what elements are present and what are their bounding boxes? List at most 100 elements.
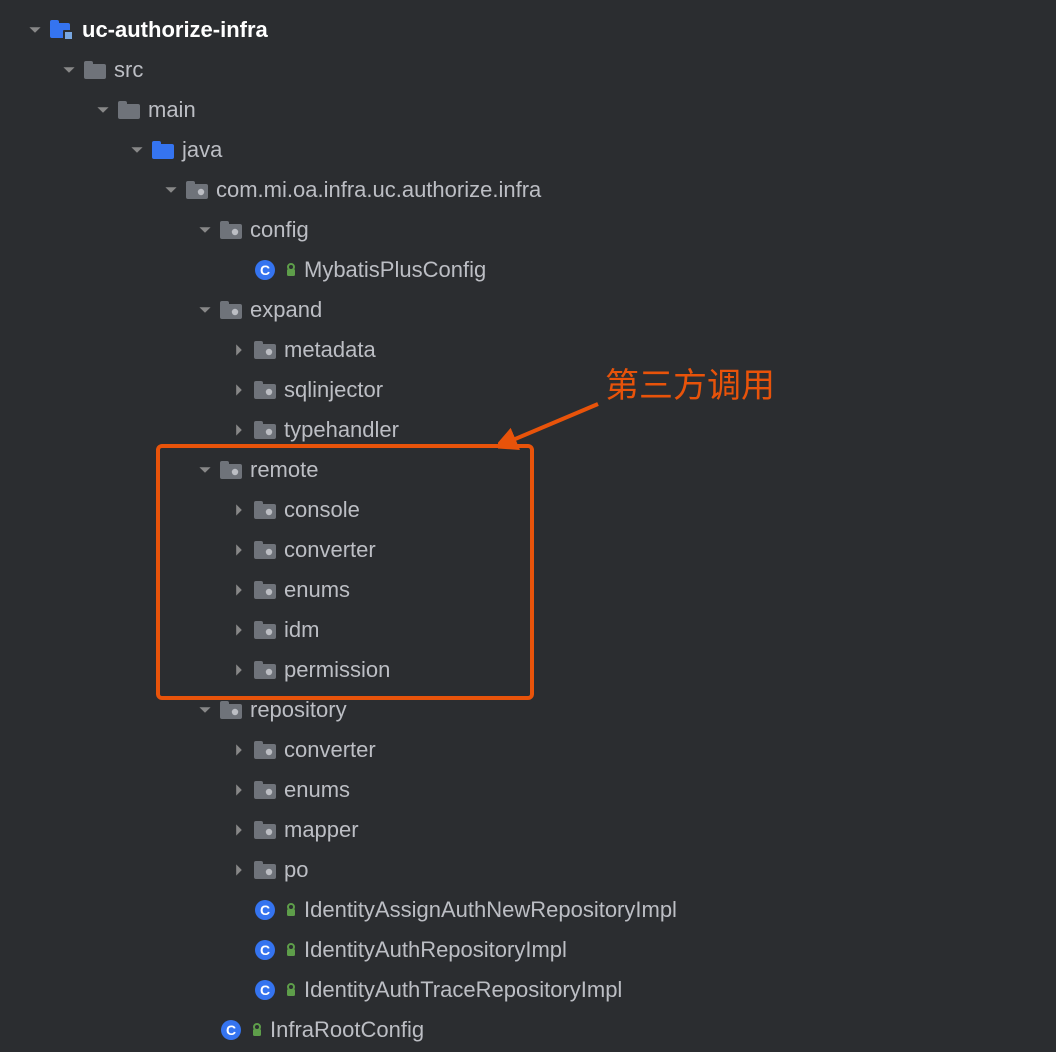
tree-item-label: idm — [284, 617, 319, 643]
package-icon — [220, 221, 242, 239]
class-icon: C — [254, 979, 276, 1001]
tree-item-expand[interactable]: expand — [0, 290, 1056, 330]
expand-arrow-right-icon[interactable] — [232, 543, 246, 557]
tree-item-label: converter — [284, 737, 376, 763]
tree-item-label: IdentityAuthTraceRepositoryImpl — [304, 977, 622, 1003]
tree-item-label: converter — [284, 537, 376, 563]
tree-item-enums[interactable]: enums — [0, 570, 1056, 610]
package-icon — [220, 461, 242, 479]
svg-text:C: C — [226, 1022, 236, 1038]
class-icon: C — [254, 899, 276, 921]
expand-arrow-down-icon[interactable] — [164, 183, 178, 197]
tree-item-label: java — [182, 137, 222, 163]
package-icon — [220, 301, 242, 319]
svg-text:C: C — [260, 902, 270, 918]
tree-item-permission[interactable]: permission — [0, 650, 1056, 690]
expand-arrow-right-icon[interactable] — [232, 663, 246, 677]
tree-item-typehandler[interactable]: typehandler — [0, 410, 1056, 450]
expand-arrow-down-icon[interactable] — [96, 103, 110, 117]
package-icon — [186, 181, 208, 199]
package-icon — [254, 381, 276, 399]
package-icon — [254, 821, 276, 839]
tree-item-enums[interactable]: enums — [0, 770, 1056, 810]
class-icon: C — [254, 259, 276, 281]
access-modifier-icon — [284, 897, 298, 923]
package-icon — [254, 621, 276, 639]
project-tree[interactable]: uc-authorize-infra srcmain java com.mi.oa.i… — [0, 0, 1056, 1050]
tree-item-com-mi-oa-infra-uc-authorize-infra[interactable]: com.mi.oa.infra.uc.authorize.infra — [0, 170, 1056, 210]
tree-item-label: IdentityAuthRepositoryImpl — [304, 937, 567, 963]
expand-arrow-down-icon[interactable] — [130, 143, 144, 157]
tree-item-po[interactable]: po — [0, 850, 1056, 890]
expand-arrow-right-icon[interactable] — [232, 783, 246, 797]
tree-item-label: typehandler — [284, 417, 399, 443]
expand-arrow-right-icon[interactable] — [232, 503, 246, 517]
tree-item-java[interactable]: java — [0, 130, 1056, 170]
expand-arrow-right-icon[interactable] — [232, 823, 246, 837]
expand-arrow-right-icon[interactable] — [232, 863, 246, 877]
tree-item-converter[interactable]: converter — [0, 530, 1056, 570]
svg-text:C: C — [260, 942, 270, 958]
tree-item-config[interactable]: config — [0, 210, 1056, 250]
expand-arrow-down-icon[interactable] — [28, 23, 42, 37]
access-modifier-icon — [250, 1017, 264, 1043]
tree-item-identityassignauthnewrepositoryimpl[interactable]: C IdentityAssignAuthNewRepositoryImpl — [0, 890, 1056, 930]
expand-arrow-right-icon[interactable] — [232, 743, 246, 757]
package-icon — [254, 661, 276, 679]
tree-item-metadata[interactable]: metadata — [0, 330, 1056, 370]
tree-item-label: repository — [250, 697, 347, 723]
expand-arrow-right-icon[interactable] — [232, 343, 246, 357]
tree-item-label: mapper — [284, 817, 359, 843]
tree-item-label: po — [284, 857, 308, 883]
tree-item-identityauthrepositoryimpl[interactable]: C IdentityAuthRepositoryImpl — [0, 930, 1056, 970]
expand-arrow-right-icon[interactable] — [232, 423, 246, 437]
tree-item-label: expand — [250, 297, 322, 323]
tree-item-label: sqlinjector — [284, 377, 383, 403]
tree-item-label: console — [284, 497, 360, 523]
module-icon — [50, 20, 74, 40]
access-modifier-icon — [284, 977, 298, 1003]
tree-item-label: enums — [284, 777, 350, 803]
class-icon: C — [254, 939, 276, 961]
package-icon — [254, 861, 276, 879]
package-icon — [254, 341, 276, 359]
tree-item-main[interactable]: main — [0, 90, 1056, 130]
tree-item-infrarootconfig[interactable]: C InfraRootConfig — [0, 1010, 1056, 1050]
tree-item-identityauthtracerepositoryimpl[interactable]: C IdentityAuthTraceRepositoryImpl — [0, 970, 1056, 1010]
access-modifier-icon — [284, 937, 298, 963]
tree-item-label: permission — [284, 657, 390, 683]
expand-arrow-down-icon[interactable] — [198, 703, 212, 717]
tree-item-label: InfraRootConfig — [270, 1017, 424, 1043]
tree-item-label: src — [114, 57, 143, 83]
tree-item-label: MybatisPlusConfig — [304, 257, 486, 283]
tree-item-uc-authorize-infra[interactable]: uc-authorize-infra — [0, 10, 1056, 50]
tree-item-label: uc-authorize-infra — [82, 17, 268, 43]
tree-item-remote[interactable]: remote — [0, 450, 1056, 490]
source-folder-icon — [152, 141, 174, 159]
tree-item-src[interactable]: src — [0, 50, 1056, 90]
package-icon — [254, 421, 276, 439]
tree-item-label: enums — [284, 577, 350, 603]
expand-arrow-right-icon[interactable] — [232, 623, 246, 637]
tree-item-label: metadata — [284, 337, 376, 363]
tree-item-console[interactable]: console — [0, 490, 1056, 530]
expand-arrow-right-icon[interactable] — [232, 383, 246, 397]
expand-arrow-down-icon[interactable] — [198, 223, 212, 237]
tree-item-mybatisplusconfig[interactable]: C MybatisPlusConfig — [0, 250, 1056, 290]
tree-item-label: config — [250, 217, 309, 243]
tree-item-label: main — [148, 97, 196, 123]
expand-arrow-right-icon[interactable] — [232, 583, 246, 597]
tree-item-converter[interactable]: converter — [0, 730, 1056, 770]
package-icon — [254, 541, 276, 559]
tree-item-mapper[interactable]: mapper — [0, 810, 1056, 850]
tree-item-repository[interactable]: repository — [0, 690, 1056, 730]
folder-icon — [118, 101, 140, 119]
expand-arrow-down-icon[interactable] — [198, 463, 212, 477]
tree-item-sqlinjector[interactable]: sqlinjector — [0, 370, 1056, 410]
expand-arrow-down-icon[interactable] — [62, 63, 76, 77]
tree-item-idm[interactable]: idm — [0, 610, 1056, 650]
package-icon — [254, 781, 276, 799]
expand-arrow-down-icon[interactable] — [198, 303, 212, 317]
folder-icon — [84, 61, 106, 79]
tree-item-label: IdentityAssignAuthNewRepositoryImpl — [304, 897, 677, 923]
